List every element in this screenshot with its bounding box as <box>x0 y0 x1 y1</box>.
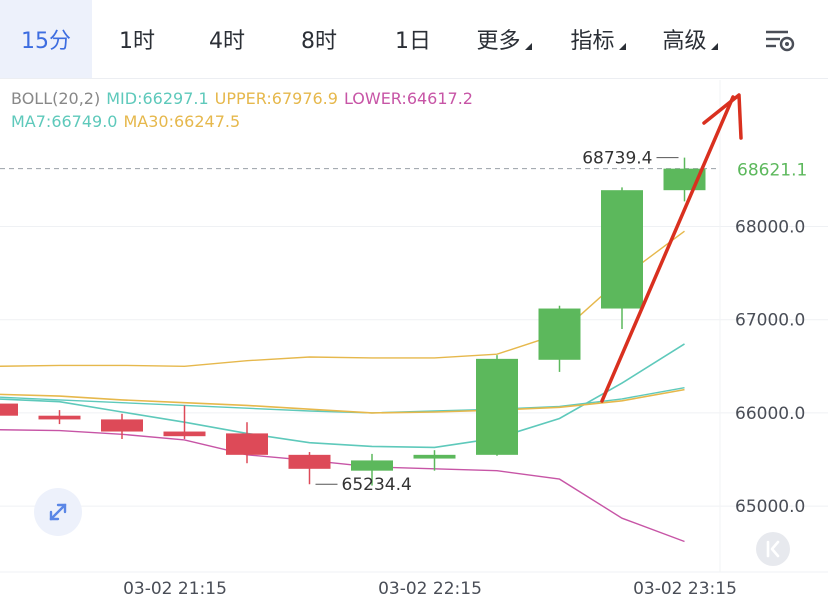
x-tick-label: 03-02 23:15 <box>633 579 737 599</box>
y-tick-label: 68000.0 <box>735 218 805 238</box>
y-tick-label: 65000.0 <box>735 497 805 517</box>
x-tick-label: 03-02 22:15 <box>378 579 482 599</box>
candle-body <box>101 419 143 432</box>
low-price-label: 65234.4 <box>342 475 412 495</box>
expand-icon <box>49 503 67 521</box>
candle-body <box>38 415 81 420</box>
candle-body <box>288 454 331 469</box>
price-chart: 65000.0 66000.0 67000.0 68000.0 03-02 21:15 0… <box>0 80 828 599</box>
series-upper-line <box>0 230 685 368</box>
y-tick-label: 66000.0 <box>735 404 805 424</box>
series-ma7-line <box>0 343 685 449</box>
candle-body <box>601 190 643 309</box>
scroll-to-latest-button[interactable] <box>756 532 790 566</box>
y-tick-label: 67000.0 <box>735 311 805 331</box>
last-price-label: 68621.1 <box>737 161 807 181</box>
candle-body <box>413 454 456 459</box>
candle-body <box>0 403 18 416</box>
expand-chart-button[interactable] <box>34 488 82 536</box>
x-tick-label: 03-02 21:15 <box>123 579 227 599</box>
candle-body <box>476 358 518 455</box>
candle-body <box>538 308 581 360</box>
candle-body <box>163 431 206 437</box>
trend-arrow-head <box>702 93 743 140</box>
scroll-latest-icon <box>766 540 780 558</box>
candle-body <box>226 433 268 455</box>
candle-body <box>351 460 393 471</box>
high-price-label: 68739.4 <box>582 149 652 169</box>
